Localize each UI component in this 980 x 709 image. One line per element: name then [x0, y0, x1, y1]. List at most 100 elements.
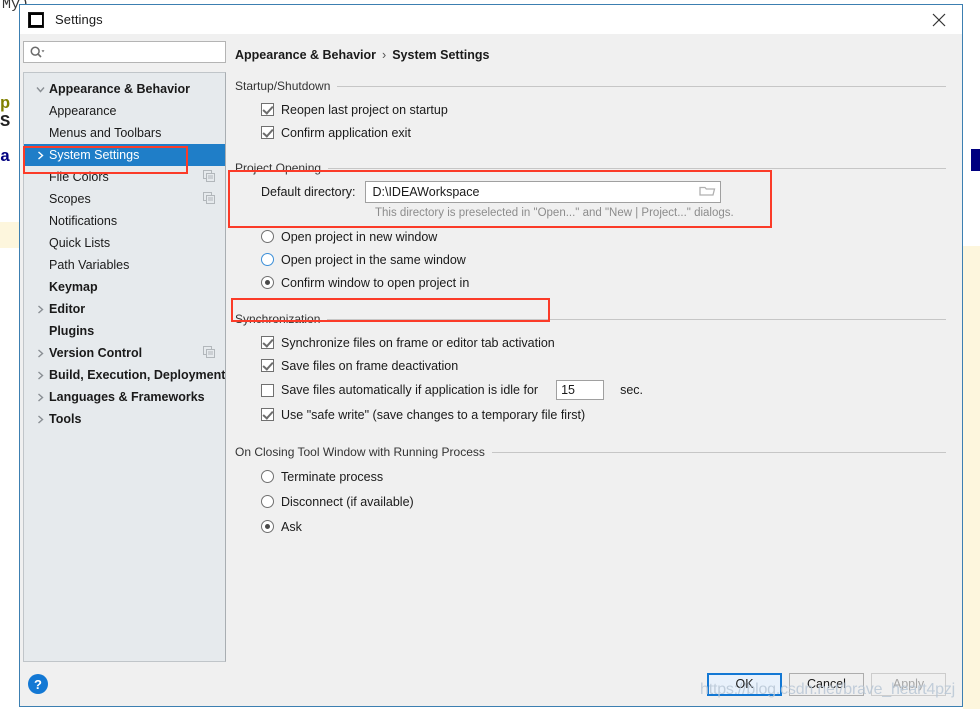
group-divider [327, 318, 946, 320]
group-divider [491, 451, 946, 453]
group-startup-shutdown: Startup/Shutdown Reopen last project on … [235, 79, 946, 144]
settings-content-panel: Appearance & Behavior › System Settings … [226, 34, 962, 662]
chevron-down-icon[interactable] [32, 85, 49, 94]
close-button[interactable] [916, 5, 962, 34]
sidebar-item-version-control[interactable]: Version Control [24, 342, 225, 364]
group-divider [337, 85, 946, 87]
checkbox-save-files-automatically[interactable] [261, 383, 274, 397]
checkbox-row-sync-files[interactable]: Synchronize files on frame or editor tab… [261, 331, 946, 354]
checkbox-row-confirm-application-exit[interactable]: Confirm application exit [261, 121, 946, 144]
sidebar-item-label: File Colors [49, 170, 109, 184]
sidebar-item-label: Build, Execution, Deployment [49, 368, 226, 382]
help-question-icon[interactable]: ? [28, 674, 48, 694]
label-confirm-window-to-open-project-in: Confirm window to open project in [281, 275, 470, 290]
checkbox-row-save-automatically[interactable]: Save files automatically if application … [261, 377, 946, 403]
radio-open-project-same-window[interactable] [261, 253, 274, 266]
close-icon [932, 13, 946, 26]
label-confirm-application-exit: Confirm application exit [281, 125, 411, 140]
sidebar-item-label: Editor [49, 302, 86, 316]
sidebar-item-scopes[interactable]: Scopes [24, 188, 225, 210]
sidebar-item-tools[interactable]: Tools [24, 408, 225, 430]
radio-row-open-same-window[interactable]: Open project in the same window [261, 248, 946, 271]
folder-icon[interactable] [699, 184, 716, 200]
checkbox-row-save-on-deactivation[interactable]: Save files on frame deactivation [261, 354, 946, 377]
search-box[interactable] [23, 41, 226, 63]
label-save-files-automatically: Save files automatically if application … [281, 383, 539, 397]
search-input[interactable] [45, 43, 225, 61]
radio-row-confirm-window[interactable]: Confirm window to open project in [261, 271, 946, 294]
cancel-button[interactable]: Cancel [789, 672, 864, 696]
apply-button[interactable]: Apply [871, 672, 946, 696]
dialog-footer: ? OK Cancel Apply [20, 662, 962, 706]
sidebar-item-menus-and-toolbars[interactable]: Menus and Toolbars [24, 122, 225, 144]
radio-confirm-window-to-open-project-in[interactable] [261, 276, 274, 289]
chevron-right-icon[interactable] [32, 370, 49, 380]
radio-terminate-process[interactable] [261, 470, 274, 483]
label-open-project-same-window: Open project in the same window [281, 252, 466, 267]
background-right-marker [971, 149, 980, 171]
sidebar-item-label: Menus and Toolbars [49, 126, 162, 140]
background-left-strip: My) p S a [0, 0, 29, 709]
label-reopen-last-project: Reopen last project on startup [281, 102, 448, 117]
checkbox-save-files-on-frame-deactivation[interactable] [261, 359, 274, 372]
sidebar-item-path-variables[interactable]: Path Variables [24, 254, 225, 276]
sidebar-item-appearance[interactable]: Appearance [24, 100, 225, 122]
sidebar-item-editor[interactable]: Editor [24, 298, 225, 320]
sidebar-item-plugins[interactable]: Plugins [24, 320, 225, 342]
sidebar-item-label: Appearance & Behavior [49, 82, 191, 96]
group-synchronization: Synchronization Synchronize files on fra… [235, 312, 946, 426]
radio-row-ask[interactable]: Ask [261, 514, 946, 539]
sidebar-item-appearance-behavior[interactable]: Appearance & Behavior [24, 78, 225, 100]
sidebar-item-label: Languages & Frameworks [49, 390, 205, 404]
group-header-startup-shutdown: Startup/Shutdown [235, 79, 946, 93]
sidebar-item-notifications[interactable]: Notifications [24, 210, 225, 232]
label-disconnect-if-available: Disconnect (if available) [281, 494, 414, 509]
group-title-project-opening: Project Opening [235, 161, 322, 175]
default-directory-value: D:\IDEAWorkspace [372, 185, 480, 199]
checkbox-reopen-last-project[interactable] [261, 103, 274, 116]
idle-seconds-input[interactable] [556, 380, 605, 400]
radio-row-disconnect[interactable]: Disconnect (if available) [261, 489, 946, 514]
checkbox-row-safe-write[interactable]: Use "safe write" (save changes to a temp… [261, 403, 946, 426]
sidebar-item-languages-frameworks[interactable]: Languages & Frameworks [24, 386, 225, 408]
radio-disconnect-if-available[interactable] [261, 495, 274, 508]
default-directory-row: Default directory: D:\IDEAWorkspace [261, 180, 946, 204]
dialog-body: Appearance & Behavior Appearance Menus and… [20, 34, 962, 662]
radio-row-open-new-window[interactable]: Open project in new window [261, 225, 946, 248]
sidebar: Appearance & Behavior Appearance Menus and… [23, 41, 226, 662]
settings-tree[interactable]: Appearance & Behavior Appearance Menus and… [23, 72, 226, 662]
copy-settings-icon[interactable] [203, 170, 215, 185]
checkbox-confirm-application-exit[interactable] [261, 126, 274, 139]
chevron-right-icon[interactable] [32, 414, 49, 424]
chevron-right-icon[interactable] [32, 304, 49, 314]
chevron-right-icon[interactable] [32, 150, 49, 160]
checkbox-synchronize-files[interactable] [261, 336, 274, 349]
default-directory-hint: This directory is preselected in "Open..… [375, 207, 734, 219]
copy-settings-icon[interactable] [203, 346, 215, 361]
sidebar-item-keymap[interactable]: Keymap [24, 276, 225, 298]
default-directory-field[interactable]: D:\IDEAWorkspace [365, 181, 722, 203]
chevron-right-icon[interactable] [32, 392, 49, 402]
group-project-opening: Project Opening Default directory: D:\ID… [235, 161, 946, 294]
label-use-safe-write: Use "safe write" (save changes to a temp… [281, 407, 586, 422]
checkbox-row-reopen-last-project[interactable]: Reopen last project on startup [261, 98, 946, 121]
group-header-project-opening: Project Opening [235, 161, 946, 175]
checkbox-use-safe-write[interactable] [261, 408, 274, 421]
dialog-button-group: OK Cancel Apply [707, 672, 946, 696]
radio-row-terminate-process[interactable]: Terminate process [261, 464, 946, 489]
sidebar-item-build-execution-deployment[interactable]: Build, Execution, Deployment [24, 364, 225, 386]
copy-settings-icon[interactable] [203, 192, 215, 207]
radio-ask[interactable] [261, 520, 274, 533]
sidebar-item-label: Version Control [49, 346, 143, 360]
label-save-files-on-frame-deactivation: Save files on frame deactivation [281, 358, 459, 373]
sidebar-item-file-colors[interactable]: File Colors [24, 166, 225, 188]
group-header-synchronization: Synchronization [235, 312, 946, 326]
sidebar-item-system-settings[interactable]: System Settings [24, 144, 225, 166]
breadcrumb-separator-icon: › [382, 48, 387, 62]
sidebar-item-label: Keymap [49, 280, 98, 294]
sidebar-item-quick-lists[interactable]: Quick Lists [24, 232, 225, 254]
chevron-right-icon[interactable] [32, 348, 49, 358]
radio-open-project-new-window[interactable] [261, 230, 274, 243]
ok-button[interactable]: OK [707, 672, 782, 696]
dialog-titlebar: Settings [20, 5, 962, 34]
